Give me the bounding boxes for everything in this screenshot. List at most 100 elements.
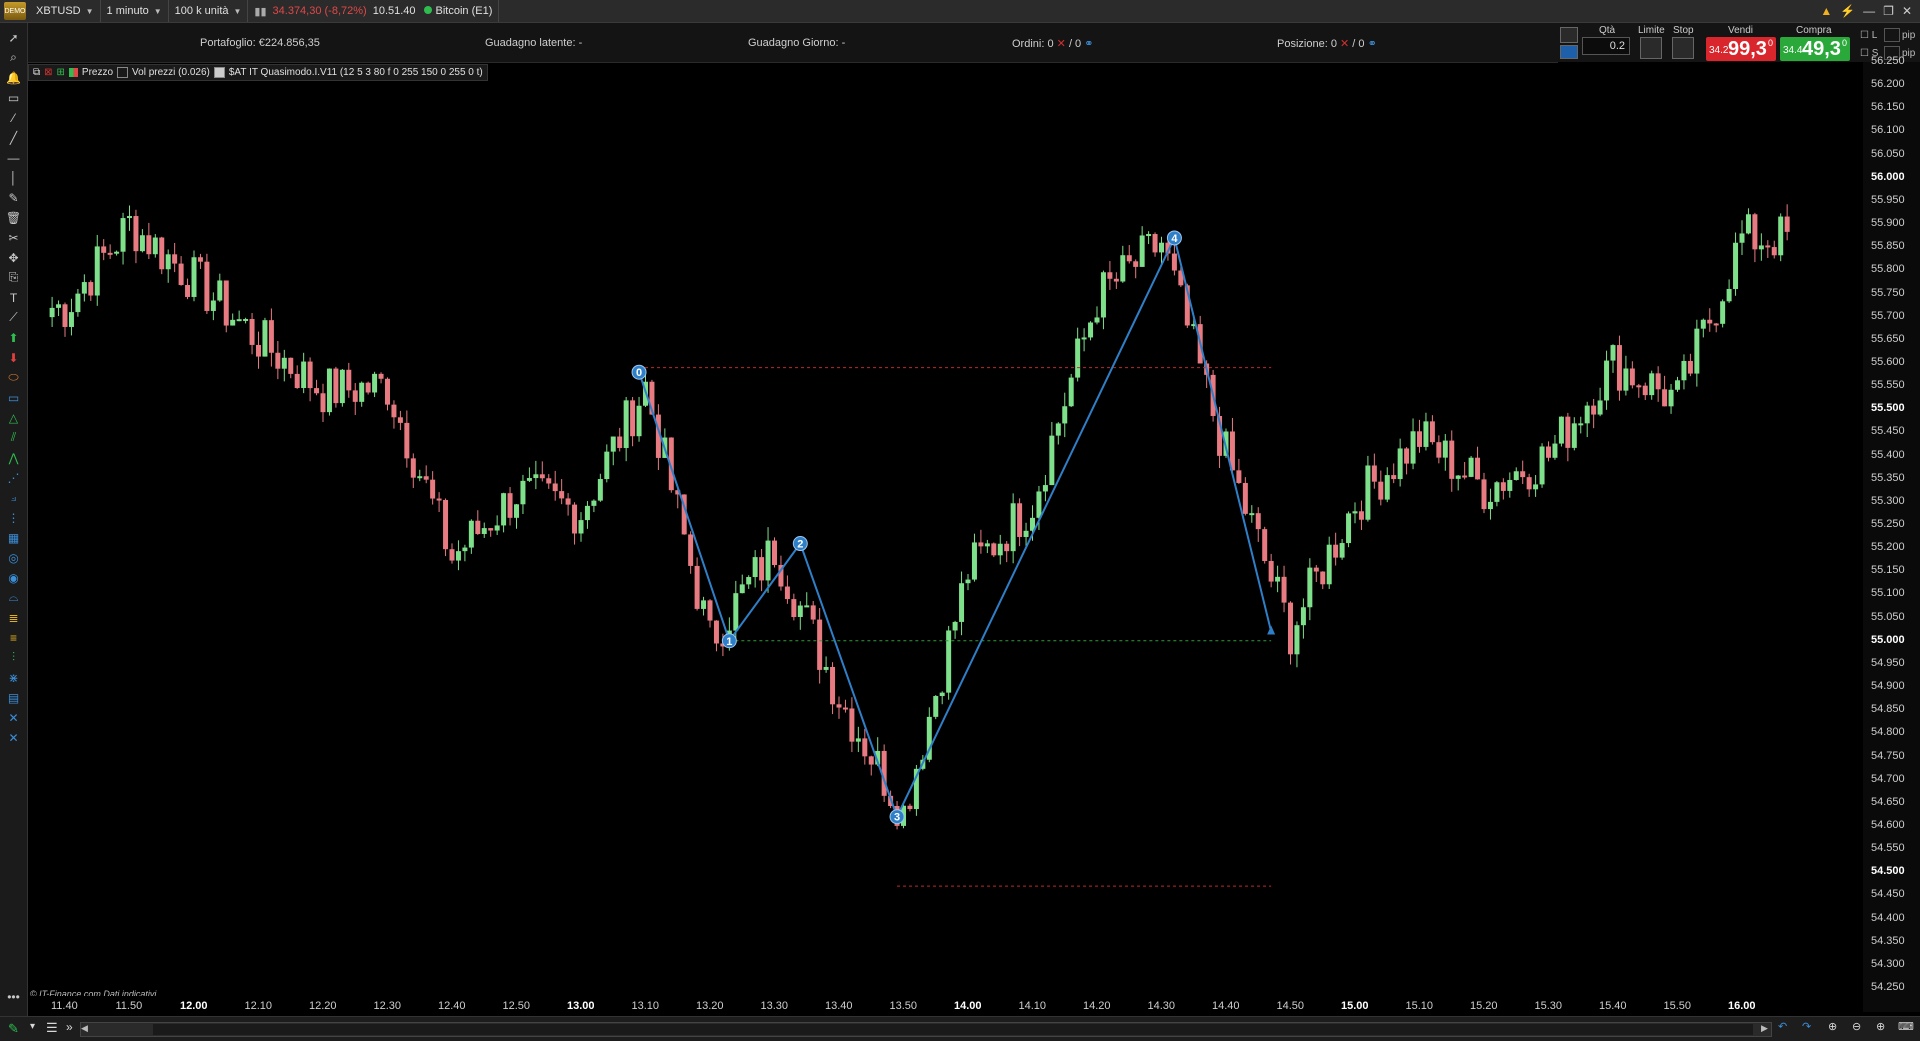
zoom-in-icon[interactable]: ⊕ bbox=[1876, 1020, 1885, 1033]
link-icon[interactable]: ⚭ bbox=[1368, 38, 1377, 50]
stop-order-button[interactable] bbox=[1672, 37, 1694, 59]
candle-up bbox=[1294, 625, 1300, 655]
orders-info[interactable]: Ordini: 0 ✕ / 0 ⚭ bbox=[1012, 37, 1093, 50]
xabcd-icon[interactable]: ✕ bbox=[5, 709, 22, 726]
link-icon[interactable]: ⚭ bbox=[1084, 38, 1093, 50]
price-axis[interactable]: 56.250 56.200 56.150 56.100 56.050 56.000 55.9… bbox=[1863, 55, 1920, 1012]
scroll-right-icon[interactable]: ▶ bbox=[1761, 1023, 1771, 1036]
pattern-icon[interactable]: ✕ bbox=[5, 729, 22, 746]
price-chart[interactable]: 0 1 2 3 4 bbox=[28, 62, 1863, 996]
quantity-input[interactable]: 0.2 bbox=[1582, 37, 1630, 55]
limit-order-button[interactable] bbox=[1640, 37, 1662, 59]
add-indicator-icon[interactable]: ⊞ bbox=[57, 67, 65, 78]
candle-up bbox=[1610, 345, 1616, 361]
units-selector[interactable]: 100 k unità ▼ bbox=[169, 0, 249, 22]
fibonacci-extension-icon[interactable]: ≡ bbox=[5, 629, 22, 646]
bolt-icon[interactable]: ⚡ bbox=[1840, 4, 1855, 18]
andrews-pitchfork-icon[interactable]: ⫶ bbox=[5, 649, 22, 666]
spiral-icon[interactable]: ◉ bbox=[5, 569, 22, 586]
portfolio-label: Portafoglio: bbox=[200, 37, 256, 49]
menu-icon[interactable]: ☰ bbox=[46, 1020, 58, 1036]
warning-icon[interactable]: ▲ bbox=[1820, 4, 1832, 18]
vertical-line-icon[interactable]: │ bbox=[5, 169, 22, 186]
sell-button[interactable]: 34.2 99,3 0 bbox=[1706, 37, 1776, 61]
gann-icon[interactable]: ⋮ bbox=[5, 509, 22, 526]
close-icon[interactable]: ✕ bbox=[1902, 4, 1912, 18]
segment-icon[interactable]: ⁄ bbox=[5, 109, 22, 126]
position-close-icon[interactable]: ✕ bbox=[1340, 38, 1349, 50]
zigzag-icon[interactable]: ⋀ bbox=[5, 449, 22, 466]
redo-icon[interactable]: ↷ bbox=[1802, 1020, 1811, 1033]
cursor-icon[interactable]: ➚ bbox=[5, 29, 22, 46]
channel-icon[interactable]: ⫽ bbox=[5, 429, 22, 446]
fibonacci-fan-icon[interactable]: ⟓ bbox=[5, 489, 22, 506]
tools-icon[interactable]: ✂ bbox=[5, 229, 22, 246]
undo-icon[interactable]: ↶ bbox=[1778, 1020, 1787, 1033]
candle-down bbox=[817, 619, 823, 670]
ruler-icon[interactable]: ▭ bbox=[5, 89, 22, 106]
candle-up bbox=[520, 480, 526, 505]
horizontal-line-icon[interactable]: ― bbox=[5, 149, 22, 166]
price-color-swatch[interactable] bbox=[68, 68, 78, 77]
settings-icon[interactable] bbox=[1560, 27, 1578, 43]
volume-indicator-label[interactable]: Vol prezzi (0.026) bbox=[132, 67, 210, 78]
candle-up bbox=[468, 520, 474, 548]
l-checkbox[interactable]: ☐ L bbox=[1860, 30, 1877, 41]
arrow-up-icon[interactable]: ⬆ bbox=[5, 329, 22, 346]
buy-button[interactable]: 34.4 49,3 0 bbox=[1780, 37, 1850, 61]
restore-chart-icon[interactable]: ⧉ bbox=[33, 67, 40, 78]
trash-icon[interactable]: 🗑 bbox=[5, 209, 22, 226]
price-indicator-label[interactable]: Prezzo bbox=[82, 67, 113, 78]
text-icon[interactable]: T bbox=[5, 289, 22, 306]
candle-up bbox=[1159, 242, 1164, 253]
brush-icon[interactable]: ⟋ bbox=[5, 309, 22, 326]
fibonacci-arc-icon[interactable]: ⌓ bbox=[5, 589, 22, 606]
fan-icon[interactable]: ⋇ bbox=[5, 669, 22, 686]
scroll-left-icon[interactable]: ◀ bbox=[81, 1023, 91, 1036]
fibonacci-box-icon[interactable]: ▦ bbox=[5, 529, 22, 546]
custom-swatch[interactable] bbox=[213, 67, 225, 78]
fibonacci-retracement-icon[interactable]: ≣ bbox=[5, 609, 22, 626]
rectangle-icon[interactable]: ▭ bbox=[5, 389, 22, 406]
bell-icon[interactable]: 🔔 bbox=[5, 69, 22, 86]
keyboard-icon[interactable]: ⌨ bbox=[1898, 1020, 1914, 1033]
candle-down bbox=[223, 280, 229, 326]
draw-mode-icon[interactable]: ✎ bbox=[8, 1021, 19, 1037]
custom-indicator-label[interactable]: $AT IT Quasimodo.I.V11 (12 5 3 80 f 0 25… bbox=[229, 67, 483, 78]
grid-icon[interactable]: ▤ bbox=[5, 689, 22, 706]
daily-info: Guadagno Giorno: - bbox=[748, 37, 845, 49]
more-tools-icon[interactable]: ••• bbox=[5, 988, 22, 1005]
symbol-selector[interactable]: XBTUSD ▼ bbox=[30, 0, 101, 22]
copy-icon[interactable]: ⎘ bbox=[5, 269, 22, 286]
scrollbar-thumb[interactable] bbox=[153, 1024, 1753, 1035]
ellipse-icon[interactable]: ⬭ bbox=[5, 369, 22, 386]
candle-down bbox=[1391, 475, 1397, 480]
line-icon[interactable]: ╱ bbox=[5, 129, 22, 146]
candle-down bbox=[1417, 431, 1422, 447]
double-chevron-icon[interactable]: » bbox=[66, 1020, 73, 1034]
timeframe-selector[interactable]: 1 minuto ▼ bbox=[101, 0, 169, 22]
l-pip-input[interactable] bbox=[1884, 28, 1900, 42]
position-info[interactable]: Posizione: 0 ✕ / 0 ⚭ bbox=[1277, 37, 1377, 50]
arrow-down-icon[interactable]: ⬇ bbox=[5, 349, 22, 366]
triangle-icon[interactable]: △ bbox=[5, 409, 22, 426]
zoom-fit-icon[interactable]: ⊕ bbox=[1828, 1020, 1837, 1033]
zoom-out-icon[interactable]: ⊖ bbox=[1852, 1020, 1861, 1033]
volume-swatch[interactable] bbox=[117, 67, 129, 78]
minimize-icon[interactable]: — bbox=[1863, 4, 1875, 18]
orders-close-icon[interactable]: ✕ bbox=[1057, 38, 1066, 50]
keyboard-icon[interactable] bbox=[1560, 45, 1578, 59]
circle-icon[interactable]: ◎ bbox=[5, 549, 22, 566]
chevron-down-icon[interactable]: ▾ bbox=[30, 1021, 35, 1032]
candle-down bbox=[1107, 272, 1113, 279]
horizontal-scrollbar[interactable]: ◀ ▶ bbox=[80, 1022, 1772, 1037]
instrument-name: Bitcoin (E1) bbox=[435, 5, 493, 17]
restore-icon[interactable]: ❐ bbox=[1883, 4, 1894, 18]
points-icon[interactable]: ⋰ bbox=[5, 469, 22, 486]
close-chart-icon[interactable]: ⊠ bbox=[44, 67, 52, 78]
pause-icon[interactable]: ▮▮ bbox=[254, 5, 266, 18]
time-axis[interactable]: 11.40 11.50 12.00 12.10 12.20 12.30 12.40 12.50… bbox=[28, 996, 1863, 1016]
pencil-icon[interactable]: ✎ bbox=[5, 189, 22, 206]
zoom-icon[interactable]: ⌕ bbox=[5, 49, 22, 66]
move-icon[interactable]: ✥ bbox=[5, 249, 22, 266]
